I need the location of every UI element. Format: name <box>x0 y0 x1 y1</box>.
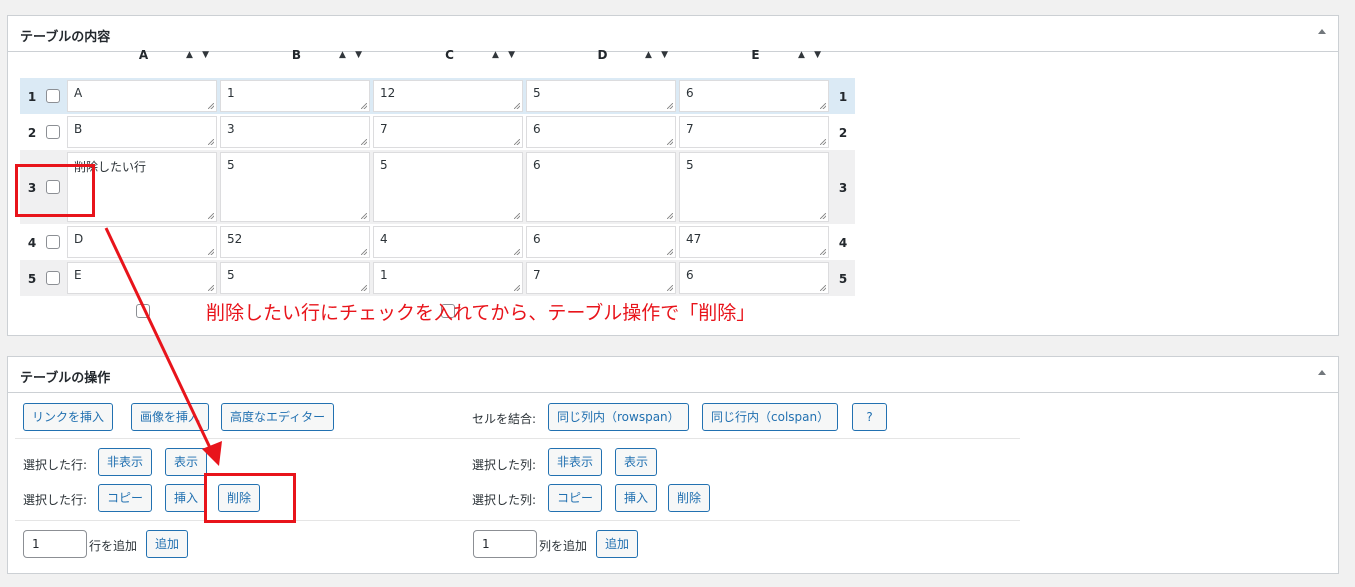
insert-cols-button[interactable]: 挿入 <box>615 484 658 512</box>
row-number-right: 1 <box>838 90 848 104</box>
sort-arrows-icon[interactable]: ▲ ▼ <box>492 46 518 64</box>
column-header-a: A ▲ ▼ <box>67 46 220 64</box>
table-cell[interactable]: E <box>67 262 217 294</box>
table-cell[interactable]: 1 <box>373 262 523 294</box>
add-cols-button[interactable]: 追加 <box>596 530 639 558</box>
selected-rows-label: 選択した行: <box>23 493 88 507</box>
table-content-title: テーブルの内容 <box>20 30 111 45</box>
merge-rowspan-button[interactable]: 同じ列内（rowspan） <box>548 403 689 431</box>
copy-cols-button[interactable]: コピー <box>548 484 603 512</box>
merge-cells-label: セルを結合: <box>472 412 537 426</box>
row-checkbox[interactable] <box>46 89 60 103</box>
add-rows-button[interactable]: 追加 <box>146 530 189 558</box>
table-operations-title: テーブルの操作 <box>20 371 111 386</box>
help-button[interactable]: ? <box>852 403 887 431</box>
column-header-e: E ▲ ▼ <box>679 46 832 64</box>
column-label: D <box>597 48 608 62</box>
column-header-d: D ▲ ▼ <box>526 46 679 64</box>
sort-arrows-icon[interactable]: ▲ ▼ <box>339 46 365 64</box>
table-cell[interactable]: 47 <box>679 226 829 258</box>
table-cell[interactable]: A <box>67 80 217 112</box>
annotation-text: 削除したい行にチェックを入れてから、テーブル操作で「削除」 <box>206 302 756 324</box>
table-cell[interactable]: 7 <box>373 116 523 148</box>
row-number: 5 <box>27 272 37 286</box>
table-cell[interactable]: 1 <box>220 80 370 112</box>
table-cell[interactable]: 5 <box>679 152 829 222</box>
selected-cols-label: 選択した列: <box>472 493 537 507</box>
insert-rows-button[interactable]: 挿入 <box>165 484 208 512</box>
add-cols-label: 列を追加 <box>539 539 588 553</box>
add-rows-count-input[interactable]: 1 <box>23 530 87 558</box>
table-cell[interactable]: 7 <box>679 116 829 148</box>
copy-rows-button[interactable]: コピー <box>98 484 153 512</box>
table-cell[interactable]: 6 <box>526 226 676 258</box>
add-rows-label: 行を追加 <box>89 539 138 553</box>
table-cell[interactable]: 4 <box>373 226 523 258</box>
table-cell[interactable]: 5 <box>220 262 370 294</box>
table-cell[interactable]: 6 <box>679 262 829 294</box>
sort-arrows-icon[interactable]: ▲ ▼ <box>798 46 824 64</box>
column-label: E <box>751 48 760 62</box>
sort-arrows-icon[interactable]: ▲ ▼ <box>645 46 671 64</box>
add-cols-count-input[interactable]: 1 <box>473 530 537 558</box>
table-operations-header[interactable]: テーブルの操作 <box>8 357 1338 393</box>
insert-image-button[interactable]: 画像を挿入 <box>131 403 210 431</box>
table-cell[interactable]: 6 <box>526 116 676 148</box>
merge-colspan-button[interactable]: 同じ行内（colspan） <box>702 403 839 431</box>
divider <box>15 520 1020 521</box>
row-checkbox[interactable] <box>46 125 60 139</box>
row-number-right: 5 <box>838 272 848 286</box>
hide-rows-button[interactable]: 非表示 <box>98 448 153 476</box>
row-number: 1 <box>27 90 37 104</box>
hide-cols-button[interactable]: 非表示 <box>548 448 603 476</box>
table-cell[interactable]: 5 <box>373 152 523 222</box>
row-checkbox[interactable] <box>46 271 60 285</box>
row-number: 2 <box>27 126 37 140</box>
table-cell[interactable]: 52 <box>220 226 370 258</box>
row-number-right: 2 <box>838 126 848 140</box>
table-cell[interactable]: B <box>67 116 217 148</box>
collapse-toggle-icon[interactable] <box>1318 29 1326 34</box>
table-cell[interactable]: 6 <box>526 152 676 222</box>
table-cell[interactable]: 12 <box>373 80 523 112</box>
delete-cols-button[interactable]: 削除 <box>668 484 711 512</box>
column-label: A <box>138 48 149 62</box>
row-number-right: 4 <box>838 236 848 250</box>
table-cell[interactable]: 3 <box>220 116 370 148</box>
table-cell[interactable]: 5 <box>526 80 676 112</box>
sort-arrows-icon[interactable]: ▲ ▼ <box>186 46 212 64</box>
table-cell[interactable]: 7 <box>526 262 676 294</box>
highlight-box-delete <box>204 473 296 523</box>
collapse-toggle-icon[interactable] <box>1318 370 1326 375</box>
selected-cols-label: 選択した列: <box>472 458 537 472</box>
column-label: B <box>291 48 302 62</box>
table-cell[interactable]: D <box>67 226 217 258</box>
column-header-c: C ▲ ▼ <box>373 46 526 64</box>
table-cell[interactable]: 6 <box>679 80 829 112</box>
divider <box>15 438 1020 439</box>
selected-rows-label: 選択した行: <box>23 458 88 472</box>
insert-link-button[interactable]: リンクを挿入 <box>23 403 114 431</box>
table-cell[interactable]: 5 <box>220 152 370 222</box>
row-checkbox[interactable] <box>46 235 60 249</box>
row-number-right: 3 <box>838 181 848 195</box>
advanced-editor-button[interactable]: 高度なエディター <box>221 403 335 431</box>
column-hide-checkbox[interactable] <box>136 304 150 318</box>
highlight-box-row3 <box>15 164 95 217</box>
column-header-b: B ▲ ▼ <box>220 46 373 64</box>
row-number: 4 <box>27 236 37 250</box>
show-cols-button[interactable]: 表示 <box>615 448 658 476</box>
column-label: C <box>445 48 454 62</box>
show-rows-button[interactable]: 表示 <box>165 448 208 476</box>
